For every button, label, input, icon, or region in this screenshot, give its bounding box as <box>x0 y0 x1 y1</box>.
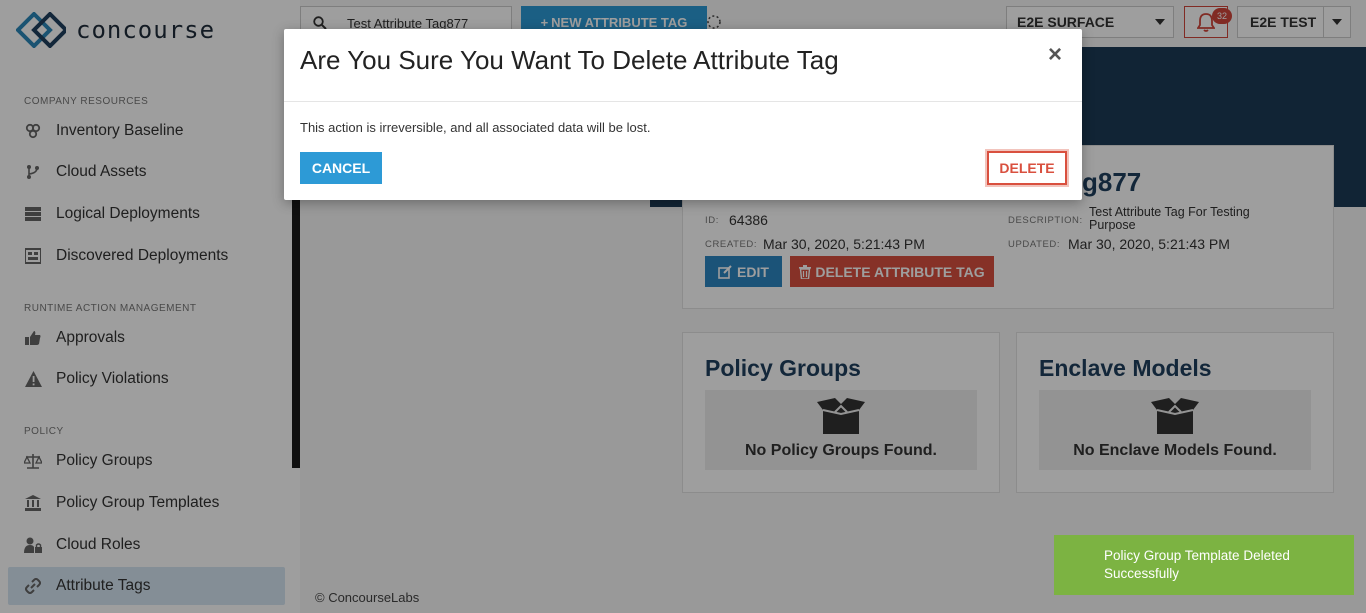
cancel-button[interactable]: CANCEL <box>300 152 382 184</box>
modal-body-text: This action is irreversible, and all ass… <box>300 120 651 135</box>
modal-title: Are You Sure You Want To Delete Attribut… <box>300 45 839 75</box>
close-icon[interactable]: × <box>1048 43 1062 67</box>
delete-button[interactable]: DELETE <box>987 151 1067 185</box>
delete-confirmation-modal: Are You Sure You Want To Delete Attribut… <box>284 29 1082 200</box>
success-toast[interactable]: Policy Group Template Deleted Successful… <box>1054 535 1354 595</box>
divider <box>284 101 1082 102</box>
toast-message: Policy Group Template Deleted Successful… <box>1104 548 1290 581</box>
